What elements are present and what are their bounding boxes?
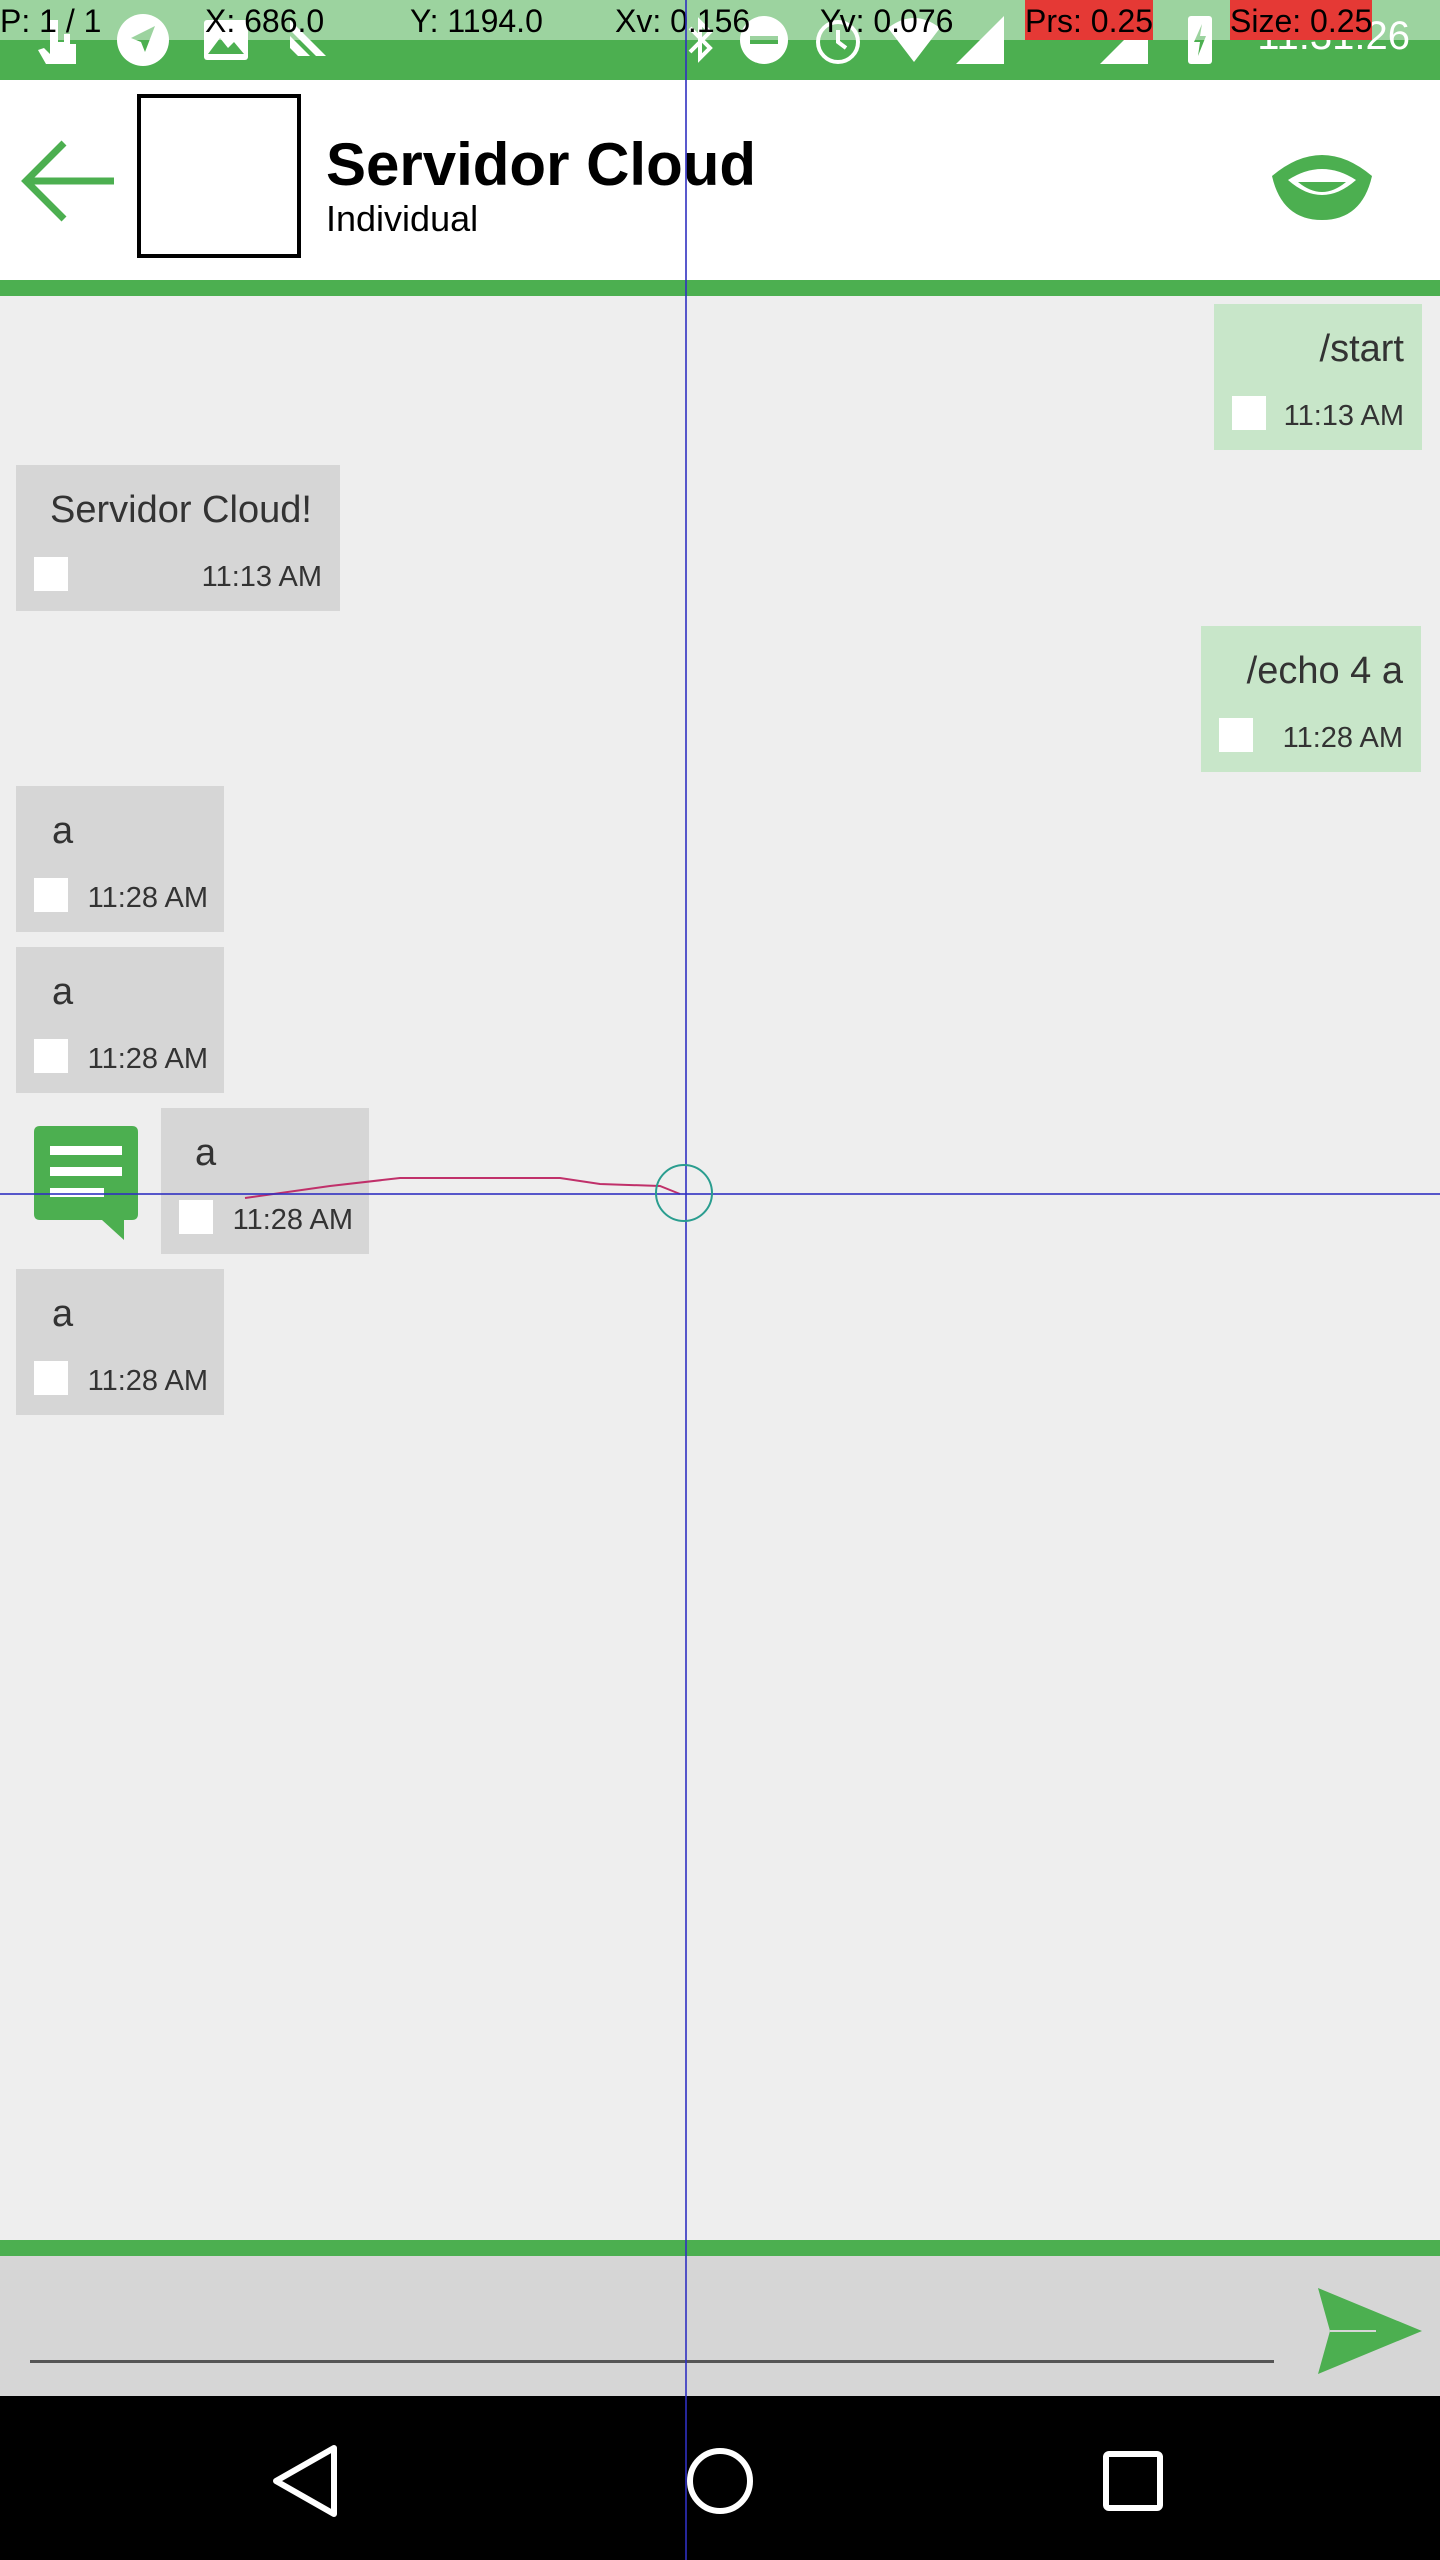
- message-text: a: [195, 1132, 217, 1174]
- message-composer: [0, 2256, 1440, 2396]
- message-input[interactable]: [30, 2278, 1274, 2363]
- message-text: a: [52, 810, 74, 852]
- input-divider: [0, 2240, 1440, 2256]
- send-icon[interactable]: [1316, 2286, 1424, 2376]
- message-time: 11:28 AM: [232, 1204, 353, 1236]
- message-checkbox[interactable]: [34, 1361, 68, 1395]
- message-text: /echo 4 a: [1246, 650, 1403, 692]
- message-checkbox[interactable]: [179, 1200, 213, 1234]
- message-time: 11:13 AM: [1283, 400, 1404, 432]
- back-icon[interactable]: [262, 2436, 352, 2526]
- message-checkbox[interactable]: [34, 1039, 68, 1073]
- pointer-y: Y: 1194.0: [410, 3, 543, 39]
- message-time: 11:28 AM: [87, 1043, 208, 1075]
- message-bubble-incoming[interactable]: a 11:28 AM: [16, 1269, 224, 1415]
- message-checkbox[interactable]: [1232, 396, 1266, 430]
- message-text: Servidor Cloud!: [50, 489, 312, 531]
- pointer-pressure: Prs: 0.25: [1025, 0, 1154, 40]
- message-text: a: [52, 1293, 74, 1335]
- home-icon[interactable]: [675, 2436, 765, 2526]
- eye-icon[interactable]: [1262, 140, 1382, 230]
- pointer-x: X: 686.0: [205, 3, 325, 39]
- message-bubble-incoming[interactable]: Servidor Cloud! 11:13 AM: [16, 465, 340, 611]
- chat-bubble-icon[interactable]: [28, 1124, 144, 1240]
- message-text: /start: [1319, 328, 1404, 370]
- pointer-y-velocity: Yv: 0.076: [820, 3, 954, 39]
- pointer-location-overlay: P: 1 / 1 X: 686.0 Y: 1194.0 Xv: 0.156 Yv…: [0, 0, 1440, 40]
- message-bubble-outgoing[interactable]: /start 11:13 AM: [1214, 304, 1422, 450]
- message-checkbox[interactable]: [34, 878, 68, 912]
- message-checkbox[interactable]: [34, 557, 68, 591]
- message-checkbox[interactable]: [1219, 718, 1253, 752]
- crosshair-horizontal: [0, 1193, 1440, 1195]
- touch-point-circle: [655, 1164, 713, 1222]
- message-time: 11:28 AM: [87, 882, 208, 914]
- message-bubble-outgoing[interactable]: /echo 4 a 11:28 AM: [1201, 626, 1421, 772]
- message-bubble-incoming[interactable]: a 11:28 AM: [16, 947, 224, 1093]
- message-bubble-incoming[interactable]: a 11:28 AM: [161, 1108, 369, 1254]
- pointer-count: P: 1 / 1: [0, 3, 102, 39]
- toolbar-divider: [0, 280, 1440, 296]
- chat-toolbar: Servidor Cloud Individual: [0, 80, 1440, 280]
- crosshair-vertical: [685, 0, 687, 2560]
- message-time: 11:28 AM: [1282, 722, 1403, 754]
- page-title: Servidor Cloud: [326, 131, 757, 198]
- message-text: a: [52, 971, 74, 1013]
- pointer-x-velocity: Xv: 0.156: [615, 3, 751, 39]
- navigation-bar: [0, 2396, 1440, 2560]
- message-bubble-incoming[interactable]: a 11:28 AM: [16, 786, 224, 932]
- back-arrow-icon[interactable]: [14, 126, 124, 236]
- message-time: 11:13 AM: [201, 561, 322, 593]
- chat-type-label: Individual: [326, 198, 479, 239]
- avatar[interactable]: [137, 94, 301, 258]
- message-time: 11:28 AM: [87, 1365, 208, 1397]
- pointer-size: Size: 0.25: [1230, 0, 1373, 40]
- recent-apps-icon[interactable]: [1088, 2436, 1178, 2526]
